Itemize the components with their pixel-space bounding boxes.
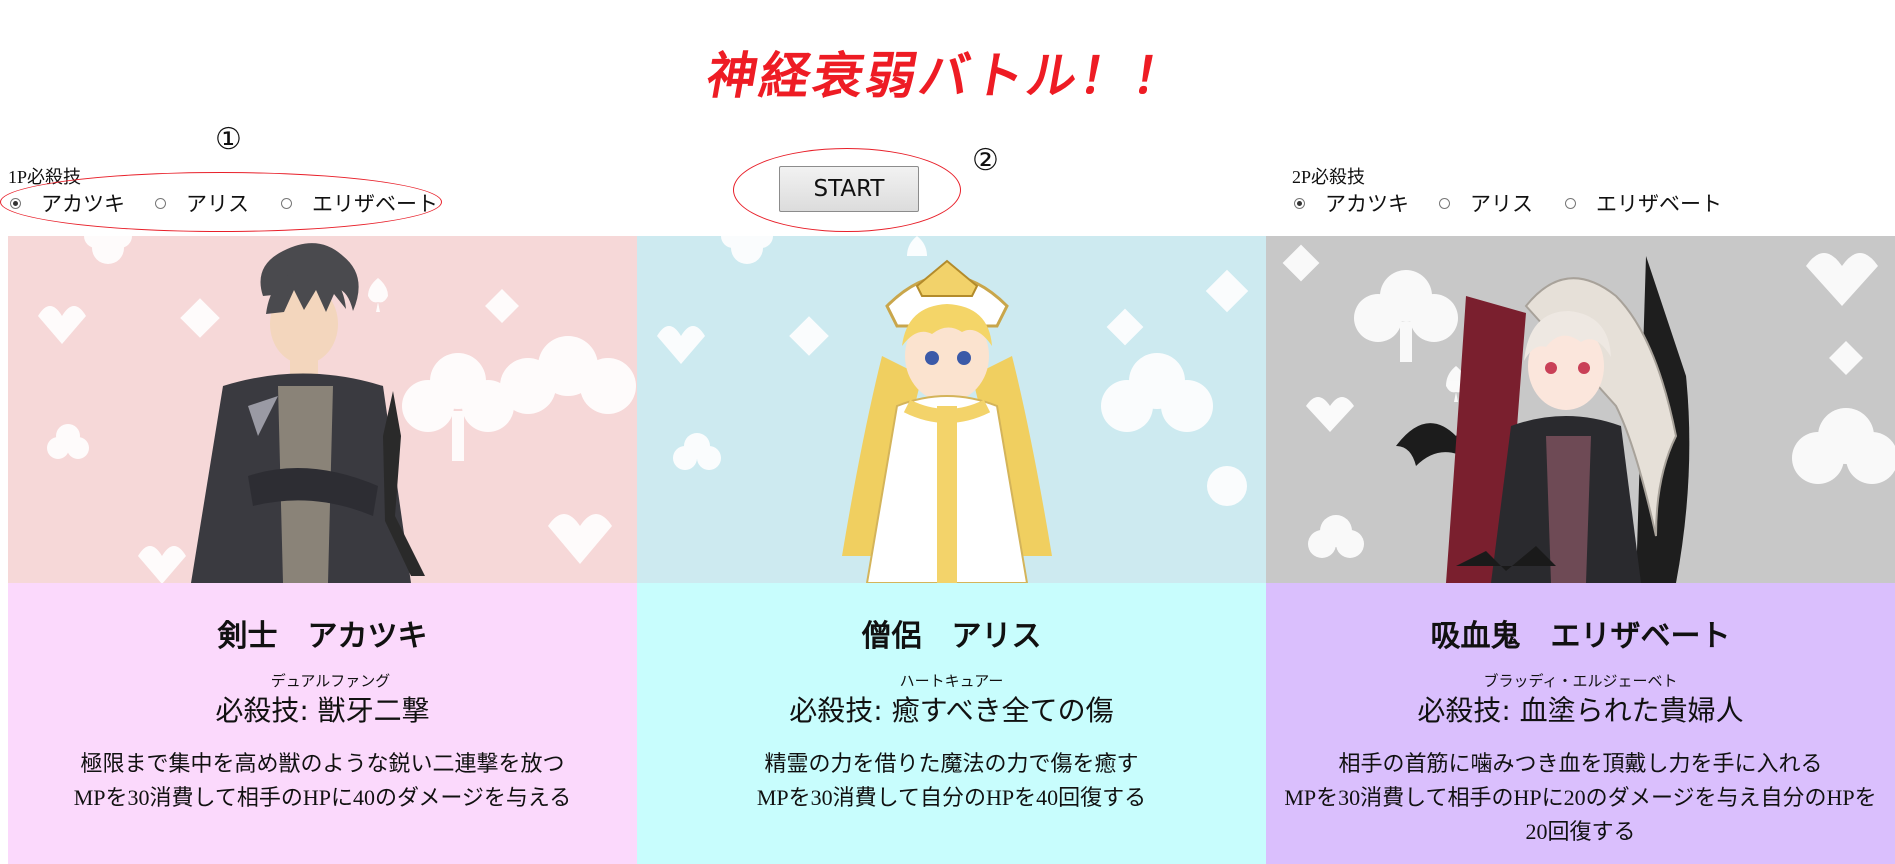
p2-radio-elizabeth[interactable]: エリザベート [1565,188,1722,218]
p1-radio-label: アカツキ [41,192,125,216]
character-info-akatsuki: 剣士 アカツキ デュアルファング 必殺技: 獣牙二撃 極限まで集中を高め獣のよう… [8,583,637,864]
radio-unselected-icon[interactable] [1439,197,1450,209]
p2-radio-label: アカツキ [1325,192,1409,216]
character-art-elizabeth [1266,236,1895,583]
skill-ruby: ハートキュアー [899,672,1004,690]
p2-radio-group: アカツキ アリス エリザベート [1294,188,1754,218]
character-info-elizabeth: 吸血鬼 エリザベート ブラッディ・エルジェーベト 必殺技: 血塗られた貴婦人 相… [1266,583,1895,864]
character-art-akatsuki [8,236,637,583]
character-name: 僧侶 アリス [861,619,1042,654]
skill-description: 精霊の力を借りた魔法の力で傷を癒す MPを30消費して自分のHPを40回復する [645,747,1258,815]
skill-name: 必殺技: 獣牙二撃 [215,694,430,727]
character-card-alice: 僧侶 アリス ハートキュアー 必殺技: 癒すべき全ての傷 精霊の力を借りた魔法の… [637,236,1266,864]
p1-radio-label: エリザベート [312,192,438,216]
p1-radio-akatsuki[interactable]: アカツキ [10,188,125,218]
p1-radio-label: アリス [186,192,249,216]
character-name: 剣士 アカツキ [217,619,428,654]
skill-name: 必殺技: 癒すべき全ての傷 [789,694,1114,727]
description-line: MPを30消費して相手のHPに20のダメージを与え自分のHPを20回復する [1284,785,1877,844]
p2-radio-akatsuki[interactable]: アカツキ [1294,188,1409,218]
description-line: 相手の首筋に噛みつき血を頂戴し力を手に入れる [1338,751,1823,776]
p1-radio-elizabeth[interactable]: エリザベート [281,188,438,218]
skill-description: 極限まで集中を高め獣のような鋭い二連撃を放つ MPを30消費して相手のHPに40… [16,747,629,815]
start-button[interactable]: START [779,166,919,212]
p1-skill-label: 1P必殺技 [8,167,82,187]
skill-ruby: デュアルファング [270,672,391,690]
character-name: 吸血鬼 エリザベート [1430,619,1731,654]
radio-selected-icon[interactable] [1294,197,1305,209]
skill-ruby: ブラッディ・エルジェーベト [1483,672,1678,690]
character-info-alice: 僧侶 アリス ハートキュアー 必殺技: 癒すべき全ての傷 精霊の力を借りた魔法の… [637,583,1266,864]
marker-one: ① [215,122,242,157]
character-card-akatsuki: 剣士 アカツキ デュアルファング 必殺技: 獣牙二撃 極限まで集中を高め獣のよう… [8,236,637,864]
radio-unselected-icon[interactable] [1565,197,1576,209]
swordsman-portrait-icon [38,236,636,583]
p1-radio-group: アカツキ アリス エリザベート [10,188,470,218]
marker-two: ② [972,143,999,178]
description-line: 精霊の力を借りた魔法の力で傷を癒す [764,751,1139,776]
description-line: MPを30消費して自分のHPを40回復する [756,785,1147,810]
vampire-portrait-icon [1282,244,1895,583]
character-art-alice [637,236,1266,583]
p2-radio-label: アリス [1470,192,1533,216]
skill-name: 必殺技: 血塗られた貴婦人 [1417,694,1744,727]
character-card-elizabeth: 吸血鬼 エリザベート ブラッディ・エルジェーベト 必殺技: 血塗られた貴婦人 相… [1266,236,1895,864]
radio-selected-icon[interactable] [10,197,21,209]
p2-radio-label: エリザベート [1596,192,1722,216]
p1-radio-alice[interactable]: アリス [155,188,249,218]
radio-unselected-icon[interactable] [155,197,166,209]
page-title: 神経衰弱バトル！！ [702,47,1192,105]
p2-radio-alice[interactable]: アリス [1439,188,1533,218]
description-line: MPを30消費して相手のHPに40のダメージを与える [73,785,572,810]
priest-portrait-icon [657,236,1249,583]
description-line: 極限まで集中を高め獣のような鋭い二連撃を放つ [80,751,565,776]
radio-unselected-icon[interactable] [281,197,292,209]
p2-skill-label: 2P必殺技 [1292,167,1366,187]
skill-description: 相手の首筋に噛みつき血を頂戴し力を手に入れる MPを30消費して相手のHPに20… [1274,747,1887,849]
